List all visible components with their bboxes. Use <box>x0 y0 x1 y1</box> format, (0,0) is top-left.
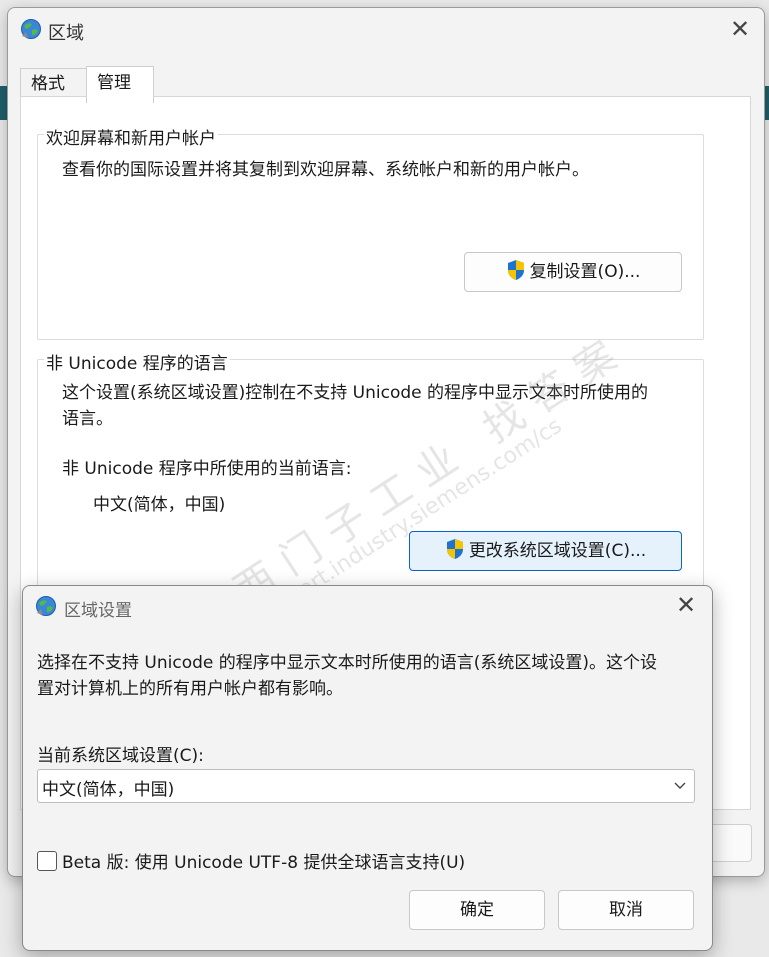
close-icon[interactable]: ✕ <box>726 16 754 44</box>
group-title: 非 Unicode 程序的语言 <box>44 349 230 374</box>
welcome-screen-group: 欢迎屏幕和新用户帐户 查看你的国际设置并将其复制到欢迎屏幕、系统帐户和新的用户帐… <box>37 124 704 340</box>
current-language-label: 非 Unicode 程序中所使用的当前语言: <box>62 459 352 479</box>
globe-icon <box>20 18 42 40</box>
description-line: 选择在不支持 Unicode 的程序中显示文本时所使用的语言(系统区域设置)。这… <box>37 653 658 673</box>
change-system-locale-button[interactable]: 更改系统区域设置(C)... <box>409 531 682 571</box>
change-locale-label: 更改系统区域设置(C)... <box>468 541 647 561</box>
system-locale-label: 当前系统区域设置(C): <box>37 746 204 766</box>
description-line: 这个设置(系统区域设置)控制在不支持 Unicode 的程序中显示文本时所使用的 <box>62 383 649 403</box>
uac-shield-icon <box>445 536 465 559</box>
group-title: 欢迎屏幕和新用户帐户 <box>44 124 218 149</box>
dialog-title: 区域设置 <box>64 601 132 621</box>
region-settings-dialog: 区域设置 ✕ 选择在不支持 Unicode 的程序中显示文本时所使用的语言(系统… <box>22 585 713 951</box>
group-description: 这个设置(系统区域设置)控制在不支持 Unicode 的程序中显示文本时所使用的… <box>62 380 648 432</box>
dialog-description: 选择在不支持 Unicode 的程序中显示文本时所使用的语言(系统区域设置)。这… <box>37 650 697 702</box>
beta-utf8-checkbox[interactable] <box>37 851 57 871</box>
copy-settings-button[interactable]: 复制设置(O)... <box>464 252 682 292</box>
group-description: 查看你的国际设置并将其复制到欢迎屏幕、系统帐户和新的用户帐户。 <box>62 160 589 180</box>
current-language-value: 中文(简体，中国) <box>93 495 226 515</box>
beta-utf8-label[interactable]: Beta 版: 使用 Unicode UTF-8 提供全球语言支持(U) <box>62 848 465 873</box>
copy-settings-label: 复制设置(O)... <box>529 262 641 282</box>
tab-formats[interactable]: 格式 <box>20 68 90 99</box>
tab-administrative[interactable]: 管理 <box>86 66 154 103</box>
close-icon[interactable]: ✕ <box>672 592 700 620</box>
title-bar: 区域 ✕ <box>8 8 764 52</box>
ok-button[interactable]: 确定 <box>409 890 545 930</box>
description-line: 置对计算机上的所有用户帐户都有影响。 <box>37 679 343 699</box>
globe-icon <box>35 595 57 617</box>
uac-shield-icon <box>506 257 526 280</box>
chevron-down-icon <box>672 775 688 795</box>
cancel-button[interactable]: 取消 <box>558 890 694 930</box>
system-locale-value: 中文(简体，中国) <box>42 780 175 800</box>
description-line: 语言。 <box>62 409 113 429</box>
non-unicode-group: 非 Unicode 程序的语言 这个设置(系统区域设置)控制在不支持 Unico… <box>37 349 704 621</box>
window-title: 区域 <box>48 23 84 44</box>
system-locale-select[interactable]: 中文(简体，中国) <box>37 769 695 803</box>
